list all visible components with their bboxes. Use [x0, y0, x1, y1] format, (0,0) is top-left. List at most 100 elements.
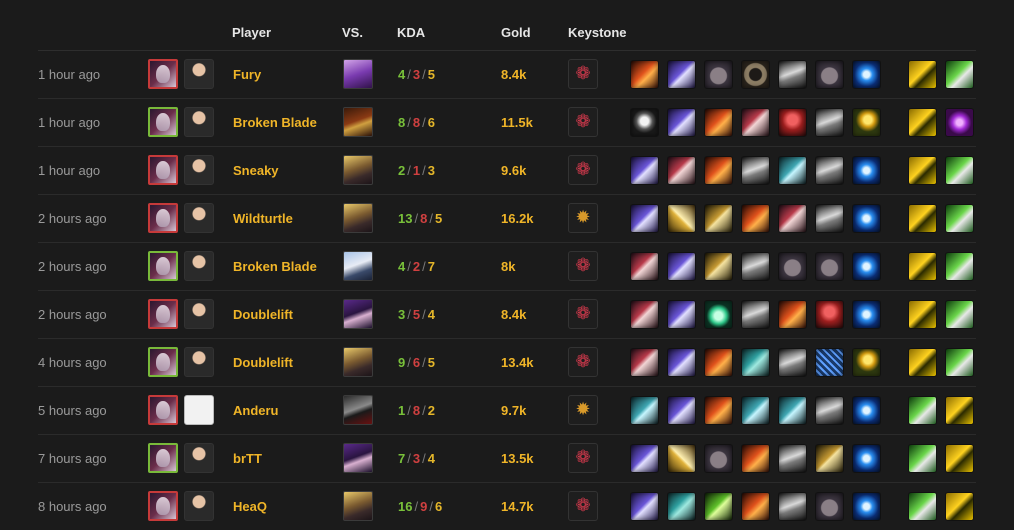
- golden-flower-icon[interactable]: [852, 348, 881, 377]
- player-name-link[interactable]: Doublelift: [233, 355, 293, 370]
- yellow-ward-icon[interactable]: [908, 108, 937, 137]
- cyan-blade-icon[interactable]: [778, 396, 807, 425]
- crossed-blades-icon[interactable]: [667, 204, 696, 233]
- purple-sword-icon[interactable]: [630, 492, 659, 521]
- cyan-crystal-icon[interactable]: [667, 492, 696, 521]
- player-name-link[interactable]: HeaQ: [233, 499, 267, 514]
- round-shield-icon[interactable]: [741, 60, 770, 89]
- match-row[interactable]: 7 hours ago brTT 7/3/4 13.5k ❁: [38, 435, 976, 483]
- cyan-blade-icon[interactable]: [741, 396, 770, 425]
- yellow-ward-icon[interactable]: [908, 252, 937, 281]
- red-hat-icon[interactable]: [815, 300, 844, 329]
- armor-boots-icon[interactable]: [778, 492, 807, 521]
- golden-flower-icon[interactable]: [852, 108, 881, 137]
- blue-orb-icon[interactable]: [852, 492, 881, 521]
- golden-bow-icon[interactable]: [704, 252, 733, 281]
- armor-boots-icon[interactable]: [815, 396, 844, 425]
- gray-pouch-icon[interactable]: [815, 252, 844, 281]
- purple-sword-icon[interactable]: [630, 156, 659, 185]
- cyan-blade-icon[interactable]: [630, 396, 659, 425]
- red-dagger-icon[interactable]: [630, 348, 659, 377]
- green-ward-icon[interactable]: [945, 60, 974, 89]
- armor-boots-icon[interactable]: [778, 348, 807, 377]
- red-dagger-icon[interactable]: [630, 300, 659, 329]
- fire-blade-icon[interactable]: [704, 348, 733, 377]
- player-name-link[interactable]: Fury: [233, 67, 261, 82]
- green-ward-icon[interactable]: [945, 252, 974, 281]
- player-name-link[interactable]: Doublelift: [233, 307, 293, 322]
- armor-boots-icon[interactable]: [778, 60, 807, 89]
- fire-blade-icon[interactable]: [630, 60, 659, 89]
- match-row[interactable]: 2 hours ago Wildturtle 13/8/5 16.2k ✹: [38, 195, 976, 243]
- green-ward-icon[interactable]: [908, 492, 937, 521]
- armor-boots-icon[interactable]: [778, 444, 807, 473]
- player-name-link[interactable]: Wildturtle: [233, 211, 293, 226]
- fire-blade-icon[interactable]: [741, 204, 770, 233]
- armor-boots-icon[interactable]: [815, 108, 844, 137]
- green-ward-icon[interactable]: [945, 156, 974, 185]
- blue-orb-icon[interactable]: [852, 252, 881, 281]
- fire-blade-icon[interactable]: [741, 492, 770, 521]
- armor-boots-icon[interactable]: [815, 156, 844, 185]
- fire-blade-icon[interactable]: [704, 156, 733, 185]
- red-dagger-icon[interactable]: [667, 156, 696, 185]
- player-name-link[interactable]: brTT: [233, 451, 262, 466]
- red-hat-icon[interactable]: [778, 108, 807, 137]
- gray-pouch-icon[interactable]: [704, 60, 733, 89]
- player-name-link[interactable]: Anderu: [233, 403, 279, 418]
- fire-blade-icon[interactable]: [704, 396, 733, 425]
- match-row[interactable]: 1 hour ago Broken Blade 8/8/6 11.5k ❁: [38, 99, 976, 147]
- green-ward-icon[interactable]: [945, 300, 974, 329]
- gray-pouch-icon[interactable]: [704, 444, 733, 473]
- purple-sword-icon[interactable]: [630, 444, 659, 473]
- cyan-crystal-icon[interactable]: [741, 348, 770, 377]
- match-row[interactable]: 5 hours ago Anderu 1/8/2 9.7k ✹: [38, 387, 976, 435]
- yellow-ward-icon[interactable]: [945, 492, 974, 521]
- crossed-blades-icon[interactable]: [667, 444, 696, 473]
- green-ward-icon[interactable]: [908, 444, 937, 473]
- match-row[interactable]: 2 hours ago Doublelift 3/5/4 8.4k ❁: [38, 291, 976, 339]
- match-row[interactable]: 4 hours ago Doublelift 9/6/5 13.4k ❁: [38, 339, 976, 387]
- blue-mesh-icon[interactable]: [815, 348, 844, 377]
- green-ward-icon[interactable]: [945, 204, 974, 233]
- player-name-link[interactable]: Broken Blade: [233, 259, 317, 274]
- purple-sword-icon[interactable]: [667, 108, 696, 137]
- green-potion-icon[interactable]: [704, 300, 733, 329]
- purple-sword-icon[interactable]: [630, 204, 659, 233]
- fire-blade-icon[interactable]: [704, 108, 733, 137]
- yellow-ward-icon[interactable]: [945, 444, 974, 473]
- armor-boots-icon[interactable]: [815, 204, 844, 233]
- green-ward-icon[interactable]: [945, 348, 974, 377]
- match-row[interactable]: 2 hours ago Broken Blade 4/2/7 8k ❁: [38, 243, 976, 291]
- gray-armor-icon[interactable]: [630, 108, 659, 137]
- blue-orb-icon[interactable]: [852, 156, 881, 185]
- purple-sword-icon[interactable]: [667, 252, 696, 281]
- gray-pouch-icon[interactable]: [778, 252, 807, 281]
- gray-pouch-icon[interactable]: [815, 60, 844, 89]
- purple-sword-icon[interactable]: [667, 300, 696, 329]
- yellow-ward-icon[interactable]: [908, 60, 937, 89]
- player-name-link[interactable]: Broken Blade: [233, 115, 317, 130]
- purple-lens-icon[interactable]: [945, 108, 974, 137]
- gray-pouch-icon[interactable]: [815, 492, 844, 521]
- armor-boots-icon[interactable]: [741, 300, 770, 329]
- armor-boots-icon[interactable]: [741, 252, 770, 281]
- red-dagger-icon[interactable]: [741, 108, 770, 137]
- yellow-ward-icon[interactable]: [908, 156, 937, 185]
- cyan-blade-icon[interactable]: [778, 156, 807, 185]
- yellow-ward-icon[interactable]: [908, 204, 937, 233]
- purple-sword-icon[interactable]: [667, 396, 696, 425]
- red-dagger-icon[interactable]: [778, 204, 807, 233]
- yellow-ward-icon[interactable]: [908, 348, 937, 377]
- blue-orb-icon[interactable]: [852, 300, 881, 329]
- player-name-link[interactable]: Sneaky: [233, 163, 279, 178]
- green-ward-icon[interactable]: [908, 396, 937, 425]
- blue-orb-icon[interactable]: [852, 204, 881, 233]
- golden-bow-icon[interactable]: [704, 204, 733, 233]
- golden-bow-icon[interactable]: [815, 444, 844, 473]
- yellow-ward-icon[interactable]: [945, 396, 974, 425]
- purple-sword-icon[interactable]: [667, 60, 696, 89]
- yellow-ward-icon[interactable]: [908, 300, 937, 329]
- armor-boots-icon[interactable]: [741, 156, 770, 185]
- match-row[interactable]: 1 hour ago Fury 4/3/5 8.4k ❁: [38, 51, 976, 99]
